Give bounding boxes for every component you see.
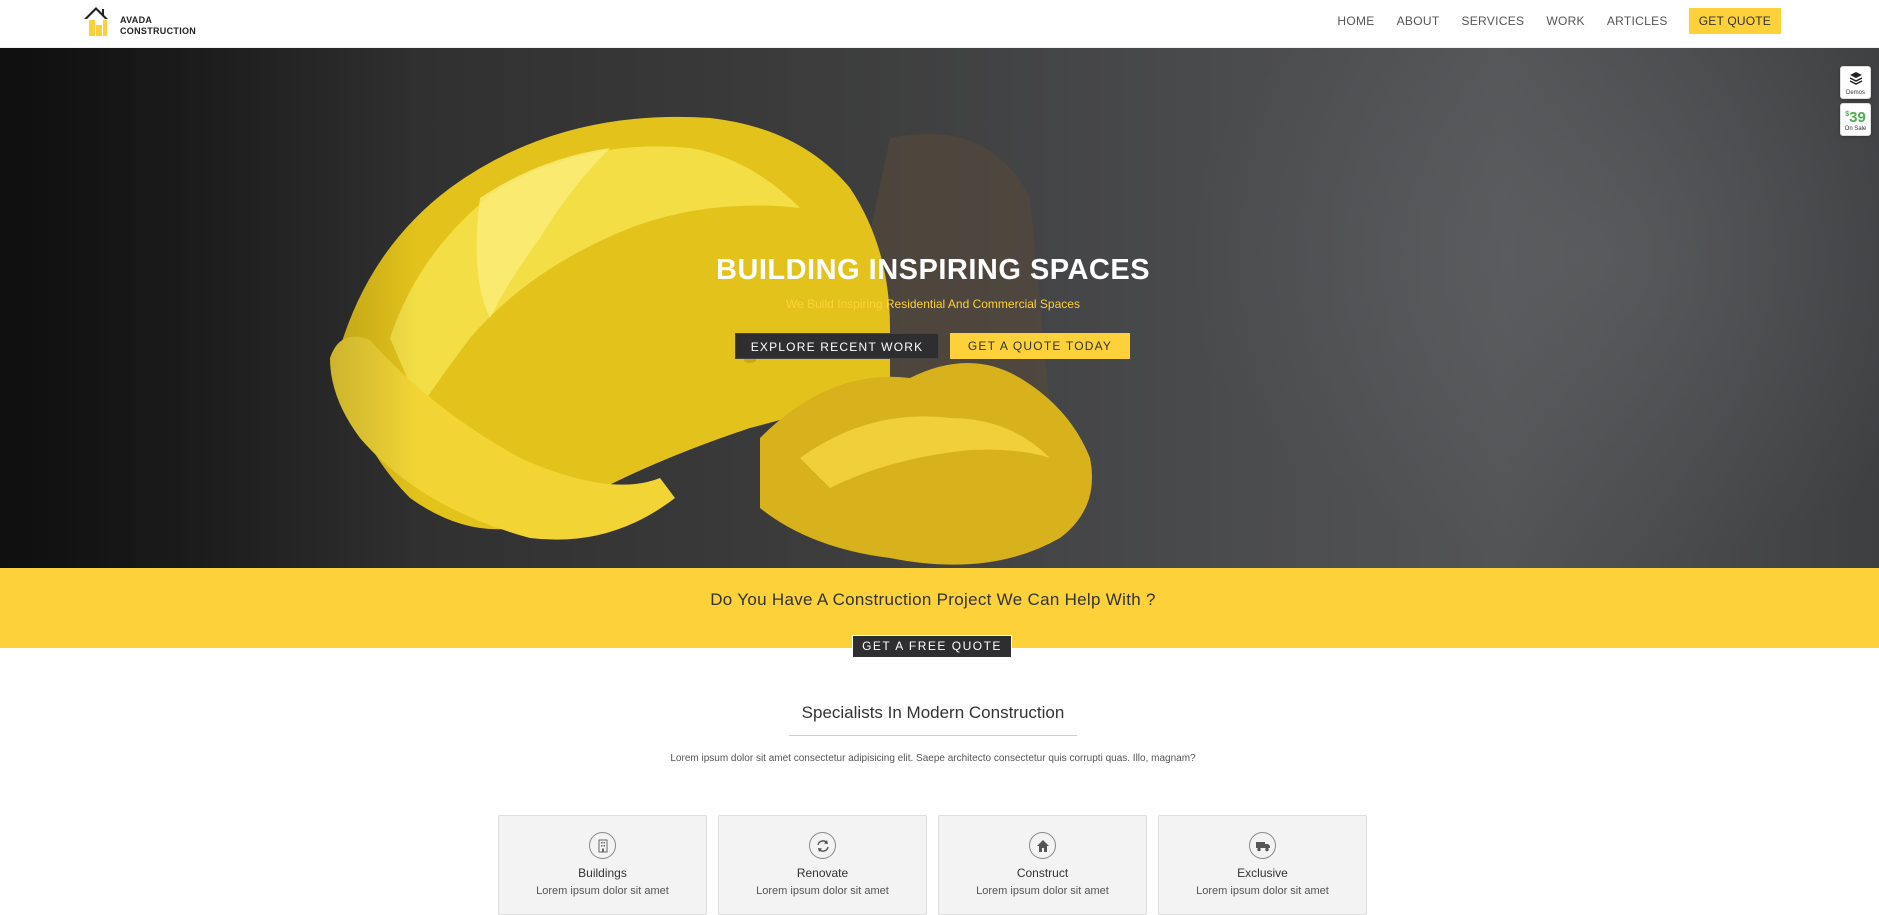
service-card-construct[interactable]: Construct Lorem ipsum dolor sit amet	[938, 815, 1147, 915]
card-title: Construct	[1016, 866, 1069, 880]
explore-recent-work-button[interactable]: EXPLORE RECENT WORK	[735, 333, 939, 359]
on-sale-widget[interactable]: $39 On Sale	[1840, 103, 1871, 136]
get-quote-button[interactable]: GET QUOTE	[1688, 8, 1781, 34]
nav-services[interactable]: SERVICES	[1461, 9, 1524, 33]
specialists-description: Lorem ipsum dolor sit amet consectetur a…	[670, 753, 1196, 764]
card-text: Lorem ipsum dolor sit amet	[756, 885, 889, 897]
specialists-title: Specialists In Modern Construction	[801, 703, 1065, 722]
card-text: Lorem ipsum dolor sit amet	[1196, 885, 1329, 897]
card-title: Exclusive	[1237, 866, 1288, 880]
nav-work[interactable]: WORK	[1546, 9, 1585, 33]
main-nav: HOME ABOUT SERVICES WORK ARTICLES GET QU…	[1315, 8, 1781, 34]
hard-hat-image	[330, 116, 1092, 565]
get-a-free-quote-button[interactable]: GET A FREE QUOTE	[852, 635, 1012, 658]
truck-icon	[1249, 832, 1276, 859]
hero-title: BUILDING INSPIRING SPACES	[715, 254, 1151, 286]
card-text: Lorem ipsum dolor sit amet	[976, 885, 1109, 897]
service-cards: Buildings Lorem ipsum dolor sit amet Ren…	[498, 815, 1378, 915]
service-card-buildings[interactable]: Buildings Lorem ipsum dolor sit amet	[498, 815, 707, 915]
site-header: AVADA CONSTRUCTION HOME ABOUT SERVICES W…	[0, 0, 1879, 48]
card-text: Lorem ipsum dolor sit amet	[536, 885, 669, 897]
logo-house-icon	[82, 3, 118, 39]
service-card-renovate[interactable]: Renovate Lorem ipsum dolor sit amet	[718, 815, 927, 915]
card-title: Buildings	[578, 866, 627, 880]
sale-price-value: 39	[1849, 109, 1866, 126]
hero-section: BUILDING INSPIRING SPACES We Build Inspi…	[0, 48, 1879, 568]
on-sale-label: On Sale	[1844, 126, 1867, 132]
nav-articles[interactable]: ARTICLES	[1607, 9, 1668, 33]
hero-buttons: EXPLORE RECENT WORK GET A QUOTE TODAY	[735, 333, 1130, 359]
logo[interactable]: AVADA CONSTRUCTION	[82, 3, 196, 39]
card-title: Renovate	[796, 866, 849, 880]
demos-widget[interactable]: Demos	[1840, 66, 1871, 99]
title-underline	[789, 735, 1077, 736]
service-card-exclusive[interactable]: Exclusive Lorem ipsum dolor sit amet	[1158, 815, 1367, 915]
refresh-icon	[809, 832, 836, 859]
sale-price: $39	[1841, 106, 1870, 126]
home-icon	[1029, 832, 1056, 859]
demos-label: Demos	[1845, 90, 1865, 96]
logo-line1: AVADA	[120, 15, 153, 25]
logo-text: AVADA CONSTRUCTION	[120, 15, 196, 37]
building-icon	[589, 832, 616, 859]
cta-text: Do You Have A Construction Project We Ca…	[710, 590, 1156, 609]
get-a-quote-today-button[interactable]: GET A QUOTE TODAY	[950, 333, 1130, 359]
logo-line2: CONSTRUCTION	[120, 26, 197, 36]
nav-home[interactable]: HOME	[1337, 9, 1374, 33]
nav-about[interactable]: ABOUT	[1397, 9, 1440, 33]
hero-subtitle: We Build Inspiring Residential And Comme…	[786, 297, 1080, 311]
layers-icon	[1849, 72, 1862, 85]
